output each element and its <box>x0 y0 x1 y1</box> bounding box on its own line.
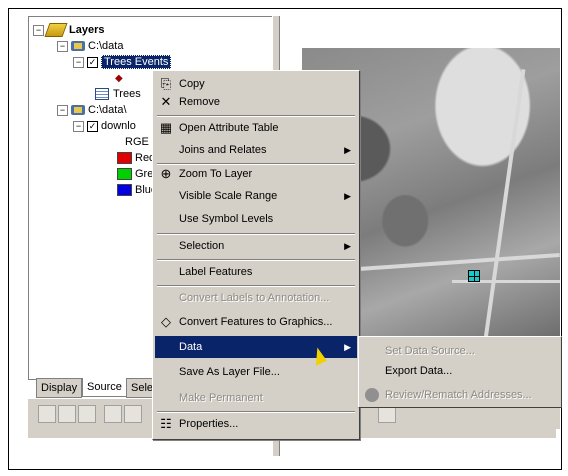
menu-label: Zoom To Layer <box>179 168 253 180</box>
submenu-item-review-rematch: Review/Rematch Addresses... <box>361 385 559 405</box>
menu-item-make-permanent: Make Permanent <box>155 387 357 409</box>
band-red: Red <box>117 151 155 165</box>
collapse-icon[interactable]: − <box>57 104 68 116</box>
fixed-zoom-icon[interactable] <box>124 405 142 423</box>
menu-label: Use Symbol Levels <box>179 213 274 225</box>
toc-layer-trees-events[interactable]: − ✓ Trees Events <box>73 55 172 69</box>
menu-label: Label Features <box>179 266 253 278</box>
menu-item-remove[interactable]: ✕ Remove <box>155 91 357 113</box>
point-symbol-icon: ◆ <box>115 73 123 84</box>
submenu-item-set-data-source: Set Data Source... <box>361 341 559 361</box>
properties-icon: ☷ <box>160 416 172 431</box>
layers-icon <box>44 23 68 38</box>
road <box>482 69 526 336</box>
menu-item-zoom-to-layer[interactable]: ⊕ Zoom To Layer <box>155 163 357 185</box>
menu-label: Properties... <box>179 418 239 430</box>
point-symbol: ◆ <box>115 71 123 85</box>
remove-icon: ✕ <box>160 94 172 109</box>
menu-label: Visible Scale Range <box>179 190 278 202</box>
band-label: Gre <box>135 168 154 180</box>
blue-swatch <box>117 184 132 197</box>
submenu-item-export-data[interactable]: Export Data... <box>361 361 559 381</box>
menu-item-open-attribute-table[interactable]: ▦ Open Attribute Table <box>155 117 357 139</box>
raster-layer-label: downlo <box>101 120 136 132</box>
zoom-to-layer-icon: ⊕ <box>160 166 172 181</box>
menu-label: Save As Layer File... <box>179 366 280 378</box>
menu-label: Export Data... <box>385 365 453 377</box>
menu-item-joins-relates[interactable]: Joins and Relates ▶ <box>155 139 357 161</box>
menu-label: Convert Features to Graphics... <box>179 316 333 328</box>
collapse-icon[interactable]: − <box>33 24 44 36</box>
toc-source-2[interactable]: − C:\data\ <box>57 103 127 117</box>
layer-label-selected[interactable]: Trees Events <box>101 55 172 69</box>
table-icon <box>95 88 109 101</box>
collapse-icon[interactable]: − <box>57 40 68 52</box>
collapse-icon[interactable]: − <box>73 120 84 132</box>
zoom-in-icon[interactable] <box>38 405 56 423</box>
tree-event-marker[interactable] <box>468 270 480 282</box>
layer-context-menu: ⎘ Copy ✕ Remove ▦ Open Attribute Table Join… <box>152 70 360 440</box>
folder-icon <box>71 41 85 52</box>
submenu-arrow-icon: ▶ <box>344 191 351 201</box>
menu-item-selection[interactable]: Selection ▶ <box>155 235 357 257</box>
full-extent-icon[interactable] <box>104 405 122 423</box>
green-swatch <box>117 168 132 181</box>
menu-item-properties[interactable]: ☷ Properties... <box>155 413 357 435</box>
data-submenu: Set Data Source... Export Data... Review… <box>358 336 562 408</box>
menu-item-use-symbol-levels[interactable]: Use Symbol Levels <box>155 208 357 230</box>
menu-label: Set Data Source... <box>385 345 475 357</box>
menu-item-convert-features[interactable]: ◇ Convert Features to Graphics... <box>155 311 357 333</box>
geocode-icon <box>365 388 379 402</box>
rgb-text: RGE <box>125 136 149 148</box>
menu-label: Remove <box>179 96 220 108</box>
red-swatch <box>117 152 132 165</box>
table-icon: ▦ <box>159 120 173 135</box>
tab-display[interactable]: Display <box>36 378 83 398</box>
menu-item-label-features[interactable]: Label Features <box>155 261 357 283</box>
submenu-arrow-icon: ▶ <box>344 342 351 352</box>
collapse-icon[interactable]: − <box>73 56 84 68</box>
menu-item-visible-scale-range[interactable]: Visible Scale Range ▶ <box>155 185 357 207</box>
toc-source-1[interactable]: − C:\data <box>57 39 123 53</box>
menu-label: Data <box>179 341 203 353</box>
convert-graphics-icon: ◇ <box>161 314 171 329</box>
submenu-arrow-icon: ▶ <box>344 241 351 251</box>
table-label: Trees <box>113 88 141 100</box>
menu-item-save-as-layer-file[interactable]: Save As Layer File... <box>155 361 357 383</box>
layer-visibility-checkbox[interactable]: ✓ <box>87 120 98 132</box>
layer-visibility-checkbox[interactable]: ✓ <box>87 56 98 68</box>
rgb-label: RGE <box>125 135 149 149</box>
zoom-out-icon[interactable] <box>58 405 76 423</box>
source-path: C:\data\ <box>88 104 127 116</box>
submenu-arrow-icon: ▶ <box>344 145 351 155</box>
folder-icon <box>71 105 85 116</box>
menu-label: Open Attribute Table <box>179 122 279 134</box>
pan-icon[interactable] <box>78 405 96 423</box>
menu-label: Joins and Relates <box>179 144 267 156</box>
menu-item-data[interactable]: Data ▶ <box>155 336 357 358</box>
tab-source[interactable]: Source <box>82 378 127 397</box>
menu-label: Selection <box>179 240 225 252</box>
menu-label: Make Permanent <box>179 392 263 404</box>
menu-label: Convert Labels to Annotation... <box>179 292 330 304</box>
toc-layer-raster[interactable]: − ✓ downlo <box>73 119 136 133</box>
menu-item-convert-labels: Convert Labels to Annotation... <box>155 287 357 309</box>
toc-root-label: Layers <box>69 24 105 36</box>
menu-label: Review/Rematch Addresses... <box>385 389 532 401</box>
source-path: C:\data <box>88 40 124 52</box>
copy-icon: ⎘ <box>160 76 172 91</box>
toc-table-trees[interactable]: Trees <box>95 87 141 101</box>
band-green: Gre <box>117 167 153 181</box>
toc-root[interactable]: − Layers <box>33 23 105 38</box>
